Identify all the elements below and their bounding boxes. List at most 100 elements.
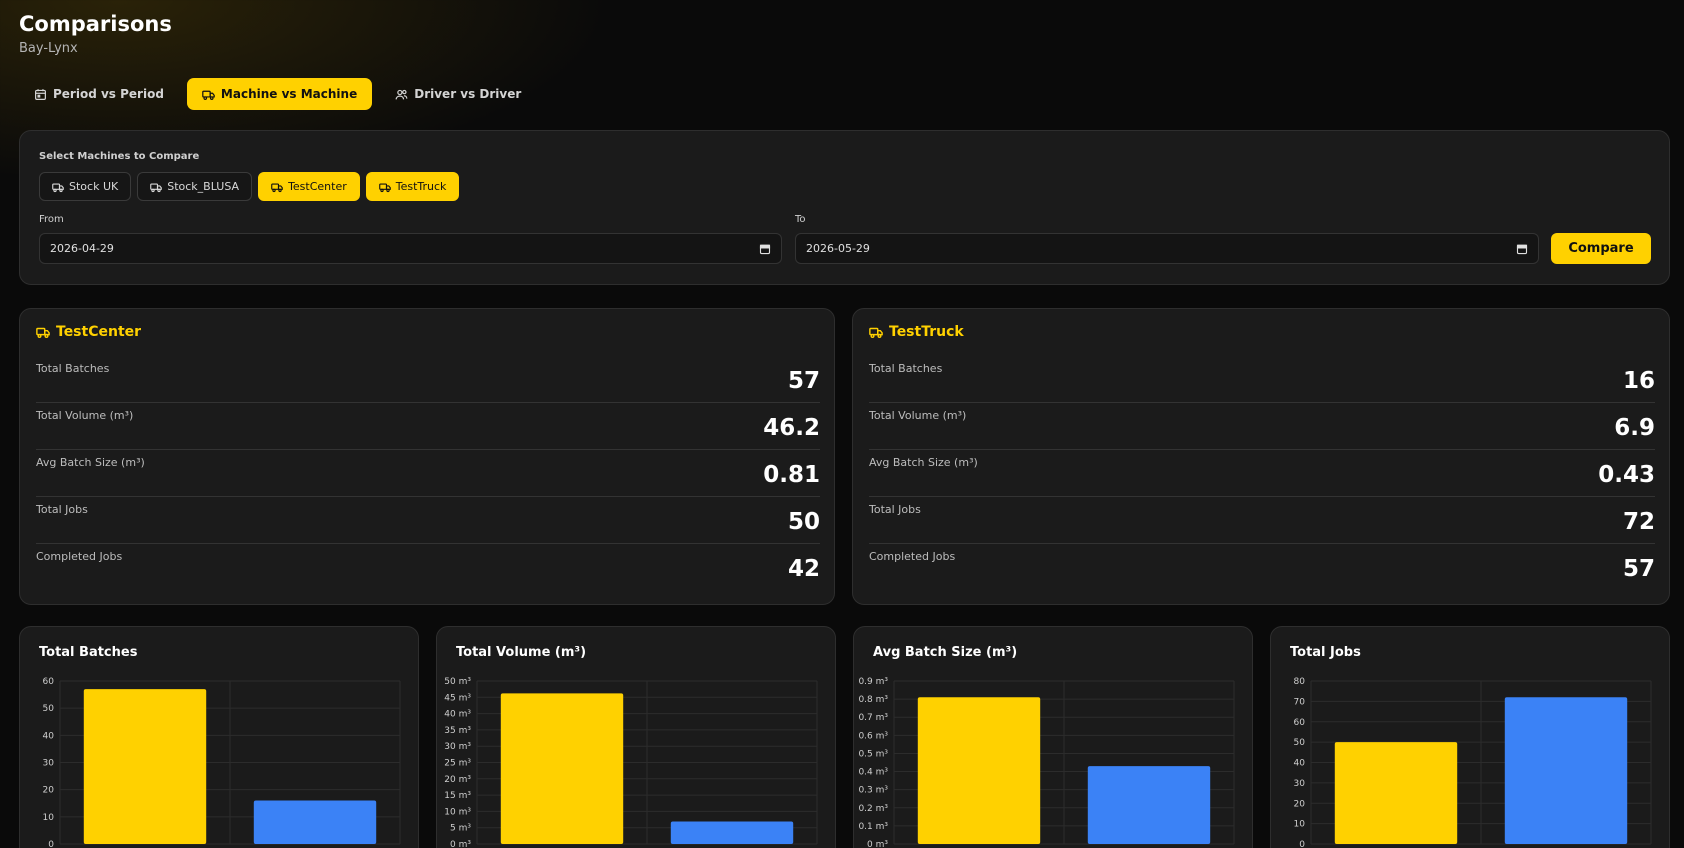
stat-row: Total Batches 57: [36, 356, 820, 403]
machine-selection-panel: Select Machines to Compare Stock UK Stoc…: [19, 130, 1670, 285]
to-date-input[interactable]: 2026-05-29: [795, 233, 1539, 264]
y-tick-label: 10 m³: [444, 807, 471, 817]
chart-title: Total Batches: [39, 645, 138, 660]
stat-value: 46.2: [763, 415, 820, 441]
truck-icon: [52, 182, 64, 192]
tab-label: Driver vs Driver: [414, 87, 522, 101]
machine-chip-testtruck[interactable]: TestTruck: [365, 172, 460, 201]
stat-row: Total Jobs 50: [36, 497, 820, 544]
y-tick-label: 0.2 m³: [858, 804, 888, 814]
bar-testtruck: [253, 800, 377, 844]
y-tick-label: 15 m³: [444, 791, 471, 801]
page-subtitle: Bay-Lynx: [19, 41, 78, 56]
y-tick-label: 0.4 m³: [858, 768, 888, 778]
from-date-value: 2026-04-29: [50, 242, 114, 255]
machine-chip-testcenter[interactable]: TestCenter: [258, 172, 360, 201]
stat-row: Avg Batch Size (m³) 0.81: [36, 450, 820, 497]
y-tick-label: 20: [43, 786, 55, 796]
y-tick-label: 0.8 m³: [858, 695, 888, 705]
stat-value: 42: [787, 556, 820, 582]
stat-value: 50: [787, 509, 820, 535]
machine-card-title: TestCenter: [36, 324, 141, 340]
to-label: To: [795, 214, 806, 225]
y-tick-label: 0 m³: [450, 840, 471, 848]
stat-row: Total Volume (m³) 6.9: [869, 403, 1655, 450]
from-date-input[interactable]: 2026-04-29: [39, 233, 782, 264]
y-tick-label: 0.7 m³: [858, 713, 888, 723]
stat-label: Total Volume (m³): [869, 409, 967, 422]
y-tick-label: 30: [43, 759, 55, 769]
tab-period-vs-period[interactable]: Period vs Period: [19, 78, 179, 110]
tab-label: Period vs Period: [53, 87, 164, 101]
stat-label: Total Batches: [36, 362, 110, 375]
stat-label: Avg Batch Size (m³): [869, 456, 978, 469]
y-tick-label: 50: [43, 704, 55, 714]
truck-icon: [202, 90, 215, 100]
truck-icon: [869, 327, 883, 338]
tab-machine-vs-machine[interactable]: Machine vs Machine: [186, 78, 373, 110]
y-tick-label: 70: [1294, 697, 1306, 707]
bar-testtruck: [1087, 766, 1211, 844]
machine-chip-stock-blusa[interactable]: Stock_BLUSA: [137, 172, 253, 201]
y-tick-label: 30: [1294, 779, 1306, 789]
tab-label: Machine vs Machine: [220, 87, 358, 101]
calendar-icon[interactable]: [759, 243, 771, 255]
tab-driver-vs-driver[interactable]: Driver vs Driver: [380, 78, 536, 110]
to-date-value: 2026-05-29: [806, 242, 870, 255]
stat-value: 72: [1622, 509, 1655, 535]
bar-testcenter: [917, 697, 1041, 844]
stat-label: Completed Jobs: [869, 550, 956, 563]
y-tick-label: 5 m³: [450, 824, 471, 834]
y-tick-label: 0.6 m³: [858, 731, 888, 741]
bar-testtruck: [1504, 697, 1628, 844]
chart-title: Total Jobs: [1290, 645, 1361, 660]
y-tick-label: 40: [43, 731, 55, 741]
truck-icon: [150, 182, 163, 192]
y-tick-label: 25 m³: [444, 759, 471, 769]
chart-title: Avg Batch Size (m³): [873, 645, 1018, 660]
machine-name: TestTruck: [889, 324, 964, 340]
y-tick-label: 0.3 m³: [858, 786, 888, 796]
truck-icon: [36, 327, 50, 338]
calendar-icon[interactable]: [1516, 243, 1528, 255]
stat-label: Total Batches: [869, 362, 943, 375]
machine-card-testcenter: TestCenter Total Batches 57 Total Volume…: [19, 308, 835, 605]
stat-value: 0.81: [763, 462, 820, 488]
bar-testtruck: [670, 821, 794, 844]
stat-value: 57: [787, 368, 820, 394]
machine-chips: Stock UK Stock_BLUSA TestCenter TestTruc…: [39, 172, 460, 201]
y-tick-label: 50 m³: [444, 677, 471, 687]
y-tick-label: 40 m³: [444, 710, 471, 720]
stat-label: Completed Jobs: [36, 550, 123, 563]
y-tick-label: 10: [1294, 820, 1306, 830]
y-tick-label: 30 m³: [444, 742, 471, 752]
bar-testcenter: [500, 693, 624, 844]
y-tick-label: 50: [1294, 738, 1306, 748]
compare-button[interactable]: Compare: [1551, 233, 1651, 264]
stat-label: Avg Batch Size (m³): [36, 456, 145, 469]
page-title: Comparisons: [19, 12, 172, 36]
chart-card-total-jobs: Total Jobs 0 10 20 30 40 50 60 70 80: [1270, 626, 1670, 848]
users-icon: [395, 89, 408, 99]
y-tick-label: 35 m³: [444, 726, 471, 736]
chart-card-total-volume: Total Volume (m³) 0 m³ 5 m³ 10 m³ 15 m³ 20 m…: [436, 626, 836, 848]
y-tick-label: 20 m³: [444, 775, 471, 785]
y-tick-label: 45 m³: [444, 693, 471, 703]
chart-card-total-batches: Total Batches 0 10 20 30 40 50 60: [19, 626, 419, 848]
chart-title: Total Volume (m³): [456, 645, 587, 660]
stat-value: 16: [1622, 368, 1655, 394]
stat-label: Total Volume (m³): [36, 409, 134, 422]
y-tick-label: 0.5 m³: [858, 749, 888, 759]
select-machines-label: Select Machines to Compare: [39, 151, 200, 162]
stat-row: Avg Batch Size (m³) 0.43: [869, 450, 1655, 497]
stat-row: Completed Jobs 42: [36, 544, 820, 591]
from-label: From: [39, 214, 64, 225]
y-tick-label: 40: [1294, 759, 1306, 769]
bar-testcenter: [1334, 742, 1458, 844]
y-tick-label: 0 m³: [867, 840, 888, 848]
chart-card-avg-batch-size: Avg Batch Size (m³) 0 m³ 0.1 m³ 0.2 m³ 0.3 …: [853, 626, 1253, 848]
y-tick-label: 20: [1294, 799, 1306, 809]
y-tick-label: 10: [43, 813, 55, 823]
stat-value: 6.9: [1614, 415, 1655, 441]
machine-chip-stock-uk[interactable]: Stock UK: [39, 172, 132, 201]
